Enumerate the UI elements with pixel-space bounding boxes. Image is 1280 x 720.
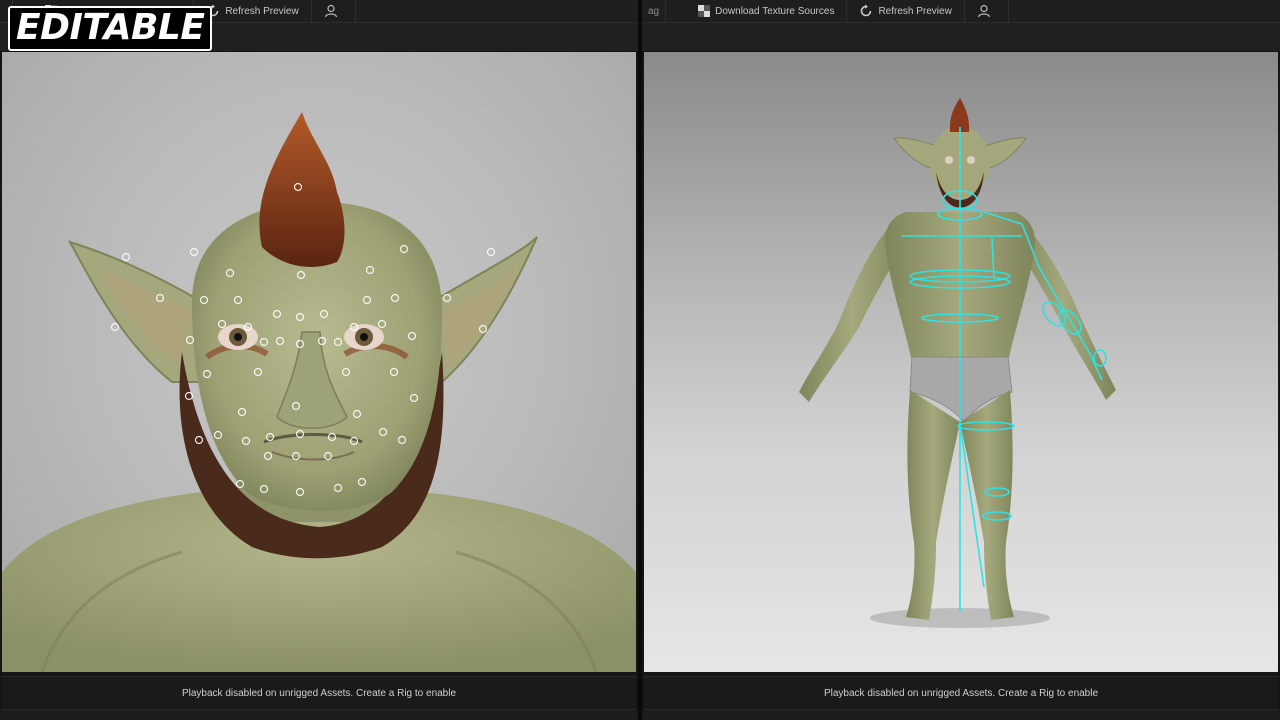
refresh-icon <box>861 4 872 17</box>
goblin-body-render <box>799 98 1116 628</box>
download-texture-sources-label: Download Texture Sources <box>715 5 835 17</box>
left-leg <box>906 390 960 620</box>
face-preview-viewport[interactable] <box>2 52 636 672</box>
right-status-text: Playback disabled on unrigged Assets. Cr… <box>823 687 1099 699</box>
refresh-preview-label: Refresh Preview <box>878 5 952 17</box>
refresh-preview-button[interactable]: Refresh Preview <box>847 0 965 22</box>
user-button[interactable] <box>312 0 356 22</box>
download-texture-sources-button[interactable]: Download Texture Sources <box>686 0 848 22</box>
goblin-face-render <box>2 112 636 672</box>
right-status-bar: Playback disabled on unrigged Assets. Cr… <box>644 676 1278 710</box>
user-icon <box>324 4 337 18</box>
right-toolbar: ag Download Texture Sources Refresh Prev… <box>642 0 1280 23</box>
body-rig-preview-viewport[interactable] <box>644 52 1278 672</box>
refresh-preview-label: Refresh Preview <box>225 5 299 17</box>
user-icon <box>977 4 990 18</box>
mohawk <box>259 112 345 267</box>
editable-badge: EDITABLE <box>8 6 213 51</box>
mohawk <box>949 98 970 132</box>
user-button[interactable] <box>965 0 1009 22</box>
checker-icon <box>698 5 711 17</box>
right-subtoolbar <box>642 23 1280 52</box>
right-leg <box>960 390 1014 620</box>
right-bottom-strip <box>642 710 1280 720</box>
left-status-bar: Playback disabled on unrigged Assets. Cr… <box>2 676 636 710</box>
right-toolbar-stub[interactable]: ag <box>642 0 667 22</box>
left-bottom-strip <box>0 710 638 720</box>
left-status-text: Playback disabled on unrigged Assets. Cr… <box>181 687 457 699</box>
right-viewer-panel: ag Download Texture Sources Refresh Prev… <box>642 0 1280 720</box>
left-viewer-panel: Download Texture Sources Refresh Preview <box>0 0 638 720</box>
